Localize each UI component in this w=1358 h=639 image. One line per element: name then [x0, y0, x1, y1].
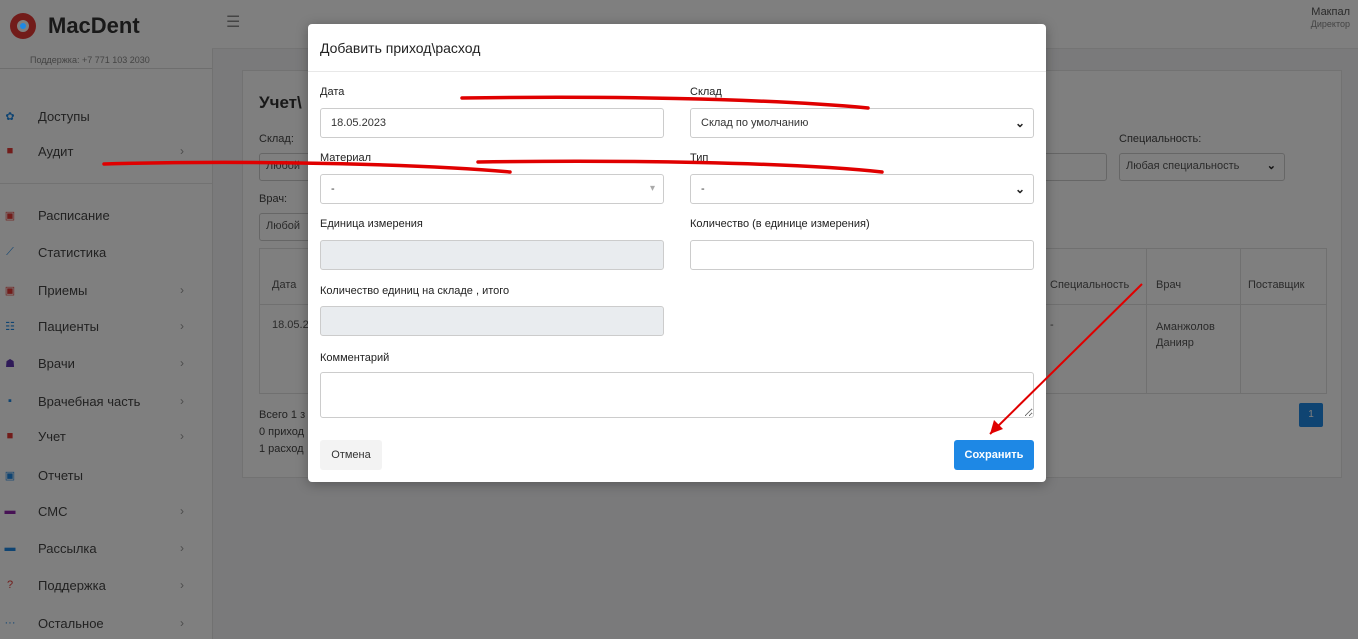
- chevron-down-icon: ▾: [649, 183, 655, 194]
- quantity-input[interactable]: [690, 240, 1034, 270]
- stock-total-input: [320, 306, 664, 336]
- chevron-down-icon: ⌄: [1014, 116, 1025, 130]
- cancel-button[interactable]: Отмена: [320, 440, 382, 470]
- material-value: -: [331, 183, 335, 195]
- material-label: Материал: [320, 152, 371, 164]
- unit-label: Единица измерения: [320, 218, 423, 230]
- save-button[interactable]: Сохранить: [954, 440, 1034, 470]
- unit-input: [320, 240, 664, 270]
- comment-label: Комментарий: [320, 352, 390, 364]
- stock-total-label: Количество единиц на складе , итого: [320, 285, 510, 297]
- comment-textarea[interactable]: [320, 372, 1034, 418]
- modal-title: Добавить приход\расход: [320, 40, 481, 56]
- warehouse-select[interactable]: Склад по умолчанию ⌄: [690, 108, 1034, 138]
- warehouse-label: Склад: [690, 86, 722, 98]
- date-input[interactable]: [320, 108, 664, 138]
- type-select[interactable]: - ⌄: [690, 174, 1034, 204]
- type-value: -: [701, 183, 705, 195]
- type-label: Тип: [690, 152, 709, 164]
- date-label: Дата: [320, 86, 345, 98]
- quantity-label: Количество (в единице измерения): [690, 218, 870, 230]
- chevron-down-icon: ⌄: [1014, 182, 1025, 196]
- material-select[interactable]: - ▾: [320, 174, 664, 204]
- add-income-expense-modal: Добавить приход\расход Дата Склад Склад …: [308, 24, 1046, 482]
- divider: [308, 71, 1046, 72]
- warehouse-value: Склад по умолчанию: [701, 117, 809, 129]
